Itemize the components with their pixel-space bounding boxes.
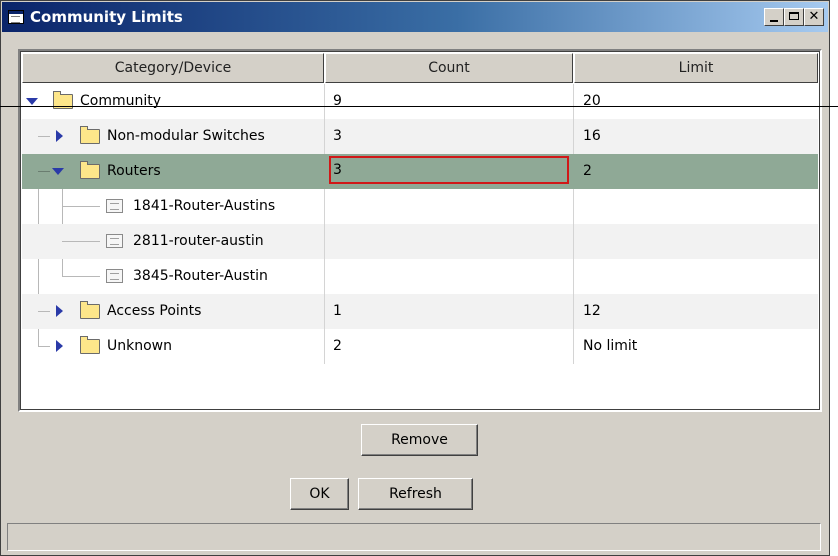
remove-button[interactable]: Remove (361, 424, 478, 456)
count-edit-field[interactable]: 3 (329, 156, 569, 184)
folder-icon (80, 336, 100, 354)
row-limit[interactable]: 16 (583, 119, 601, 154)
tree-row-3845-router-austin[interactable]: 3845-Router-Austin (22, 259, 818, 294)
tree-row-community[interactable]: Community 9 20 (22, 84, 818, 119)
row-label: Unknown (107, 338, 172, 354)
row-label: 1841-Router-Austins (133, 198, 276, 214)
row-label: 2811-router-austin (133, 233, 264, 249)
triangle-down-icon[interactable] (52, 165, 64, 177)
status-bar (7, 523, 821, 551)
triangle-right-icon[interactable] (54, 340, 66, 352)
column-header-category[interactable]: Category/Device (22, 53, 324, 83)
row-limit[interactable]: 20 (583, 84, 601, 119)
tree-row-unknown[interactable]: Unknown 2 No limit (22, 329, 818, 364)
folder-icon (80, 126, 100, 144)
minimize-icon (770, 20, 778, 22)
row-limit[interactable]: 12 (583, 294, 601, 329)
row-count[interactable]: 9 (333, 84, 342, 119)
close-button[interactable]: ✕ (804, 8, 824, 26)
table-header: Category/Device Count Limit (22, 53, 818, 83)
window-icon (8, 10, 24, 24)
triangle-right-icon[interactable] (54, 130, 66, 142)
column-header-limit[interactable]: Limit (574, 53, 818, 83)
row-label: 3845-Router-Austin (133, 268, 268, 284)
window-title: Community Limits (30, 8, 183, 26)
overlay-line (0, 106, 838, 107)
close-icon: ✕ (808, 9, 820, 24)
tree-table: Category/Device Count Limit Community 9 … (18, 49, 822, 412)
folder-icon (80, 161, 100, 179)
row-label: Non-modular Switches (107, 128, 265, 144)
device-icon (106, 269, 123, 283)
tree-row-access-points[interactable]: Access Points 1 12 (22, 294, 818, 329)
row-label: Access Points (107, 303, 202, 319)
maximize-icon (789, 12, 799, 20)
triangle-right-icon[interactable] (54, 305, 66, 317)
minimize-button[interactable] (764, 8, 784, 26)
row-count[interactable]: 1 (333, 294, 342, 329)
maximize-button[interactable] (784, 8, 804, 26)
tree-row-routers[interactable]: Routers 2 3 (22, 154, 818, 189)
tree-row-1841-router-austins[interactable]: 1841-Router-Austins (22, 189, 818, 224)
ok-button[interactable]: OK (290, 478, 349, 510)
tree-row-non-modular-switches[interactable]: Non-modular Switches 3 16 (22, 119, 818, 154)
community-limits-window: Community Limits ✕ Category/Device Count… (0, 0, 830, 556)
device-icon (106, 199, 123, 213)
tree-row-2811-router-austin[interactable]: 2811-router-austin (22, 224, 818, 259)
folder-icon (80, 301, 100, 319)
row-label: Routers (107, 163, 161, 179)
row-label: Community (80, 93, 162, 109)
device-icon (106, 234, 123, 248)
column-header-count[interactable]: Count (325, 53, 573, 83)
row-limit[interactable]: No limit (583, 329, 637, 364)
row-count[interactable]: 3 (333, 119, 342, 154)
refresh-button[interactable]: Refresh (358, 478, 473, 510)
row-limit[interactable]: 2 (583, 154, 592, 189)
title-bar[interactable]: Community Limits ✕ (2, 2, 828, 32)
window-edge (830, 4, 838, 556)
row-count[interactable]: 2 (333, 329, 342, 364)
